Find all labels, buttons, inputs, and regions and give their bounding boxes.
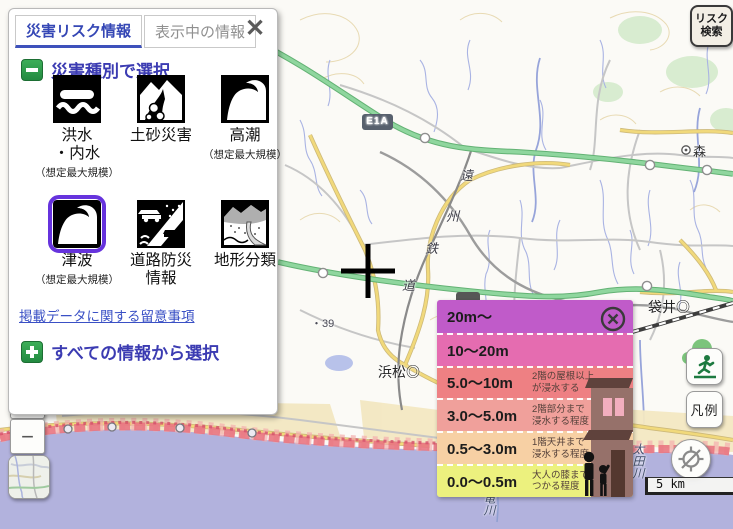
minimap-thumbnail: [9, 456, 49, 498]
risk-search-button[interactable]: リスク検索: [690, 5, 733, 47]
map-label-fukuroi: 袋井◎: [648, 297, 690, 317]
circle-x-icon: [600, 306, 626, 332]
spot-elevation-label: ・39: [311, 315, 334, 331]
panel-tabbar: 災害リスク情報 表示中の情報: [15, 15, 271, 48]
disaster-type-storm-surge[interactable]: 高潮 （想定最大規模）: [203, 75, 287, 180]
legend-row: 0.5～3.0m 1階天井まで 浸水する程度: [437, 431, 633, 464]
evacuation-site-button[interactable]: [686, 348, 723, 385]
hazard-map-app: E1A 森 袋井◎ 浜松◎ ・39 遠 州 鉄 道 太田川 竜川 災害リスク情報…: [0, 0, 733, 529]
tab-displayed-info[interactable]: 表示中の情報: [144, 15, 256, 48]
tsunami-depth-legend: 20m～ 10～20m 5.0～10m 2階の屋根以上 が浸水する 3.0～5.…: [437, 300, 633, 497]
legend-row: 0.0～0.5m 大人の膝まで つかる程度: [437, 464, 633, 497]
disaster-risk-panel: 災害リスク情報 表示中の情報 ✕ 災害種別で選択 洪水 ・内水 （想定最大規模）: [8, 8, 278, 415]
data-notice-link[interactable]: 掲載データに関する留意事項: [19, 305, 195, 325]
disaster-type-road-hazard[interactable]: 道路防災 情報: [119, 200, 203, 290]
expand-plus-icon[interactable]: [21, 341, 43, 363]
legend-toggle-button[interactable]: 凡例: [686, 391, 723, 428]
tsunami-icon[interactable]: [53, 200, 101, 248]
disaster-type-flood[interactable]: 洪水 ・内水 （想定最大規模）: [35, 75, 119, 180]
section-title-all-info: すべての情報から選択: [51, 339, 219, 364]
disaster-type-tsunami[interactable]: 津波 （想定最大規模）: [35, 200, 119, 290]
zoom-out-button[interactable]: −: [10, 419, 45, 454]
landslide-icon[interactable]: [137, 75, 185, 123]
map-label-hamamatsu: 浜松◎: [378, 362, 420, 382]
compass-off-icon: [677, 445, 705, 473]
lake: [325, 355, 353, 371]
overview-map-button[interactable]: [8, 455, 50, 499]
legend-close-button[interactable]: [600, 306, 626, 332]
disaster-type-landform[interactable]: 地形分類: [203, 200, 287, 290]
current-location-button[interactable]: [671, 439, 711, 479]
legend-row: 3.0～5.0m 2階部分まで 浸水する程度: [437, 398, 633, 431]
railway-name-char: 鉄: [425, 238, 438, 257]
storm-surge-icon[interactable]: [221, 75, 269, 123]
disaster-type-landslide[interactable]: 土砂災害: [119, 75, 203, 180]
legend-row: 5.0～10m 2階の屋根以上 が浸水する: [437, 366, 633, 399]
route-shield-e1a: E1A: [362, 114, 393, 130]
running-person-icon: [692, 354, 718, 380]
railway-name-char: 道: [402, 275, 415, 294]
tab-disaster-risk-info[interactable]: 災害リスク情報: [15, 15, 142, 48]
railway-name-char: 州: [446, 206, 459, 225]
landform-icon[interactable]: [221, 200, 269, 248]
map-scale-bar: 5 km: [645, 477, 733, 495]
railway-name-char: 遠: [460, 165, 473, 184]
legend-row: 10～20m: [437, 333, 633, 366]
road-hazard-icon[interactable]: [137, 200, 185, 248]
map-label-mori: 森: [693, 141, 706, 160]
town-symbol-mori: [682, 146, 690, 154]
panel-close-icon[interactable]: ✕: [243, 18, 267, 42]
flood-icon[interactable]: [53, 75, 101, 123]
